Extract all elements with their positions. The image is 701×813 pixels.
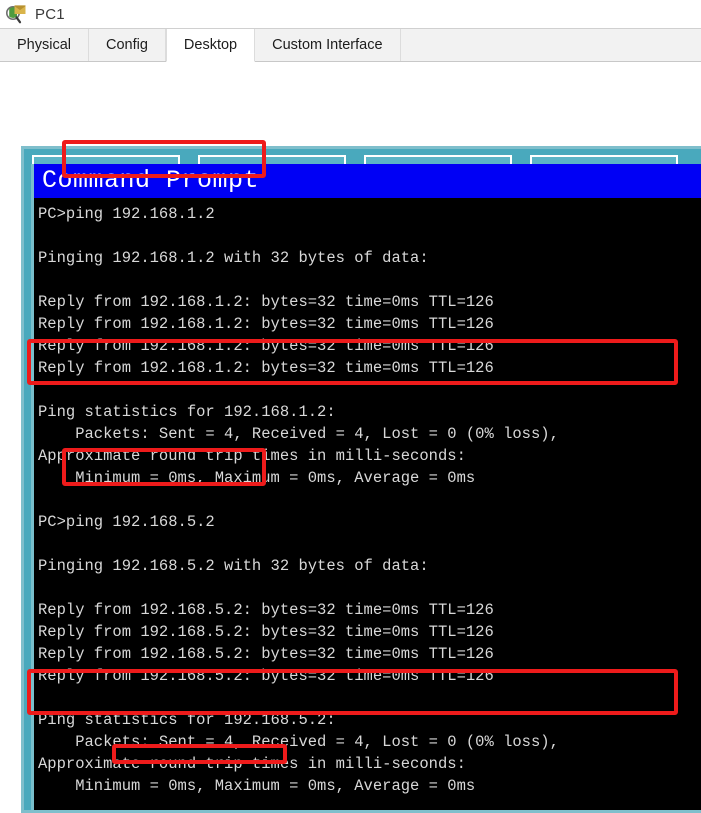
terminal-line: Reply from 192.168.5.2: bytes=32 time=0m…	[38, 667, 494, 685]
tab-custom-interface-label: Custom Interface	[272, 37, 383, 53]
terminal-line: Reply from 192.168.1.2: bytes=32 time=0m…	[38, 337, 494, 355]
terminal-line: Minimum = 0ms, Maximum = 0ms, Average = …	[38, 469, 476, 487]
tab-desktop-label: Desktop	[183, 37, 238, 53]
terminal-line: Reply from 192.168.5.2: bytes=32 time=0m…	[38, 645, 494, 663]
tab-physical[interactable]: Physical	[0, 29, 89, 61]
terminal-line: Pinging 192.168.5.2 with 32 bytes of dat…	[38, 557, 429, 575]
command-prompt-titlebar: Command Prompt	[34, 164, 701, 198]
tab-desktop[interactable]: Desktop	[165, 29, 256, 62]
tab-strip-filler	[400, 29, 701, 61]
tab-custom-interface[interactable]: Custom Interface	[255, 29, 401, 61]
window-titlebar: PC1	[0, 0, 701, 28]
tab-strip: Physical Config Desktop Custom Interface	[0, 28, 701, 62]
terminal-line: Reply from 192.168.1.2: bytes=32 time=0m…	[38, 293, 494, 311]
terminal-line: Approximate round trip times in milli-se…	[38, 755, 466, 773]
command-prompt-window: Command Prompt PC>ping 192.168.1.2 Pingi…	[31, 164, 701, 810]
terminal-line: Ping statistics for 192.168.1.2:	[38, 403, 336, 421]
terminal-line: Reply from 192.168.1.2: bytes=32 time=0m…	[38, 315, 494, 333]
terminal-line: Reply from 192.168.5.2: bytes=32 time=0m…	[38, 601, 494, 619]
tab-config[interactable]: Config	[89, 29, 166, 61]
terminal-line: Reply from 192.168.5.2: bytes=32 time=0m…	[38, 623, 494, 641]
packet-tracer-pc-icon	[6, 4, 28, 24]
terminal-line: Approximate round trip times in milli-se…	[38, 447, 466, 465]
window-title: PC1	[35, 5, 65, 23]
pc-desktop-panel: Command Prompt PC>ping 192.168.1.2 Pingi…	[21, 146, 701, 813]
terminal-line: PC>ping 192.168.5.2	[38, 513, 215, 531]
tab-config-label: Config	[106, 37, 148, 53]
terminal-line: Ping statistics for 192.168.5.2:	[38, 711, 336, 729]
command-prompt-title: Command Prompt	[42, 166, 260, 195]
terminal-output[interactable]: PC>ping 192.168.1.2 Pinging 192.168.1.2 …	[34, 198, 701, 810]
terminal-line: Packets: Sent = 4, Received = 4, Lost = …	[38, 425, 559, 443]
terminal-line: Minimum = 0ms, Maximum = 0ms, Average = …	[38, 777, 476, 795]
terminal-line: Pinging 192.168.1.2 with 32 bytes of dat…	[38, 249, 429, 267]
terminal-line: PC>ping 192.168.1.2	[38, 205, 215, 223]
terminal-line: Reply from 192.168.1.2: bytes=32 time=0m…	[38, 359, 494, 377]
tab-physical-label: Physical	[17, 37, 71, 53]
terminal-line: Packets: Sent = 4, Received = 4, Lost = …	[38, 733, 559, 751]
tab-content-desktop: Command Prompt PC>ping 192.168.1.2 Pingi…	[0, 62, 701, 813]
